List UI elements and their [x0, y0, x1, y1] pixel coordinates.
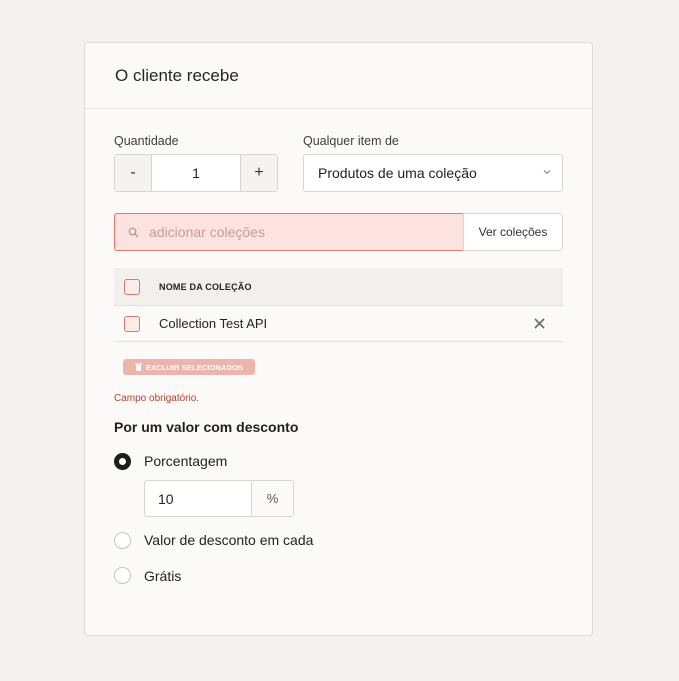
trash-icon [135, 363, 142, 371]
collection-name: Collection Test API [159, 316, 268, 331]
any-item-select-value: Produtos de uma coleção [318, 165, 477, 181]
chevron-down-icon [543, 170, 551, 175]
card-title: O cliente recebe [85, 43, 592, 109]
delete-selected-button[interactable]: EXCLUIR SELECIONADOS [123, 359, 255, 375]
search-icon [128, 227, 139, 238]
increment-button[interactable]: + [240, 155, 277, 191]
quantity-input[interactable]: 1 [152, 155, 240, 191]
browse-collections-button[interactable]: Ver coleções [463, 213, 563, 251]
discount-section-title: Por um valor com desconto [114, 419, 299, 435]
any-item-label: Qualquer item de [303, 134, 399, 148]
collection-search-input[interactable]: adicionar coleções [114, 213, 464, 251]
any-item-select[interactable]: Produtos de uma coleção [303, 154, 563, 192]
radio-percentage[interactable] [114, 453, 131, 470]
quantity-stepper: - 1 + [114, 154, 278, 192]
delete-selected-label: EXCLUIR SELECIONADOS [146, 362, 244, 372]
select-all-checkbox[interactable] [124, 278, 140, 295]
customer-gets-card: O cliente recebe Quantidade Qualquer ite… [84, 42, 593, 636]
radio-free-label: Grátis [144, 568, 182, 584]
required-field-error: Campo obrigatório. [114, 393, 200, 404]
percentage-value[interactable]: 10 [145, 481, 251, 516]
close-icon[interactable] [534, 318, 545, 329]
radio-percentage-label: Porcentagem [144, 453, 228, 469]
radio-fixed-amount[interactable] [114, 532, 131, 549]
search-placeholder: adicionar coleções [149, 224, 265, 240]
row-checkbox[interactable] [124, 315, 140, 332]
percentage-unit: % [251, 481, 293, 516]
column-header-name: NOME DA COLEÇÃO [159, 281, 252, 292]
radio-free[interactable] [114, 567, 131, 584]
percentage-input: 10 % [144, 480, 294, 517]
quantity-label: Quantidade [114, 134, 179, 148]
decrement-button[interactable]: - [115, 155, 152, 191]
table-row: Collection Test API [114, 306, 563, 342]
collection-table-header: NOME DA COLEÇÃO [114, 268, 563, 306]
radio-fixed-amount-label: Valor de desconto em cada [144, 532, 314, 548]
